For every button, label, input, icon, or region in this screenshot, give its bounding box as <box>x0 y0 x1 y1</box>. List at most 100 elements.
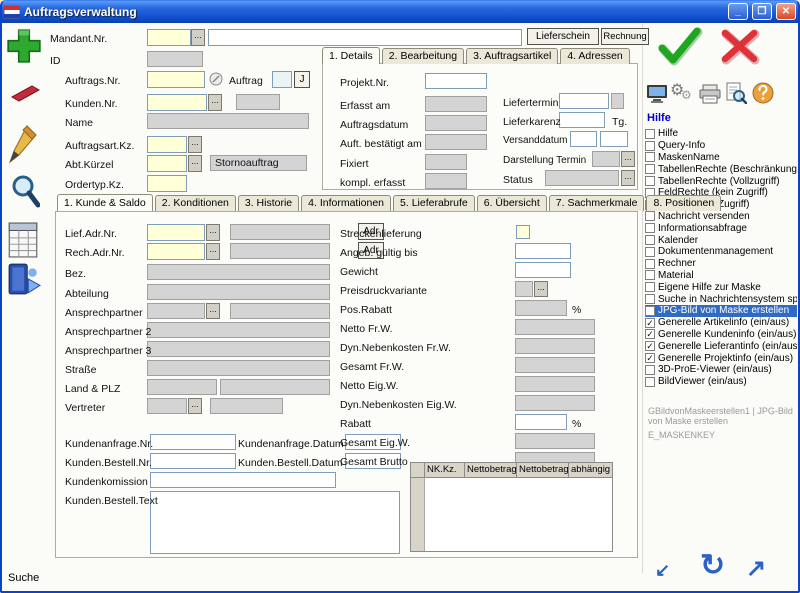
lief-adr-lookup-button[interactable]: ... <box>206 224 220 241</box>
streckenlieferung-checkbox[interactable] <box>516 225 530 239</box>
rechnung-button[interactable]: Rechnung <box>601 28 649 45</box>
help-item-hilfe[interactable]: Hilfe <box>645 128 797 140</box>
help-item-tabellenrechte-vollzugriff[interactable]: TabellenRechte (Vollzugriff) <box>645 175 797 187</box>
print-button[interactable] <box>698 84 722 109</box>
ordertyp-kz-input[interactable] <box>147 175 187 192</box>
checkbox-icon[interactable] <box>645 129 655 139</box>
tab-bearbeitung[interactable]: 2. Bearbeitung <box>382 48 464 64</box>
tab-historie[interactable]: 3. Historie <box>238 195 299 211</box>
checkbox-checked-icon[interactable]: ✓ <box>645 329 655 339</box>
checkbox-icon[interactable] <box>645 270 655 280</box>
minimize-button[interactable]: _ <box>728 3 748 20</box>
help-item-dokumentenmanagement[interactable]: Dokumentenmanagement <box>645 246 797 258</box>
tab-kunde-saldo[interactable]: 1. Kunde & Saldo <box>57 194 153 211</box>
kunden-bestell-text-textarea[interactable] <box>150 491 400 554</box>
liefertermin-input[interactable] <box>559 93 609 109</box>
tab-sachmerkmale[interactable]: 7. Sachmerkmale <box>549 195 645 211</box>
help-item-generelle-projektinfo[interactable]: ✓Generelle Projektinfo (ein/aus) <box>645 352 797 364</box>
checkbox-icon[interactable] <box>645 141 655 151</box>
add-record-button[interactable] <box>6 28 42 69</box>
rech-adr-lookup-button[interactable]: ... <box>206 243 220 260</box>
help-item-nachricht-versenden[interactable]: Nachricht versenden <box>645 211 797 223</box>
tab-informationen[interactable]: 4. Informationen <box>301 195 391 211</box>
ansprechpartner-lookup-button[interactable]: ... <box>206 303 220 319</box>
mandant-input[interactable] <box>147 29 191 46</box>
search-record-button[interactable] <box>10 174 40 215</box>
info-icon[interactable] <box>209 72 223 86</box>
tab-details[interactable]: 1. Details <box>322 47 380 64</box>
projekt-nr-input[interactable] <box>425 73 487 89</box>
checkbox-icon[interactable] <box>645 164 655 174</box>
preisdruckvariante-button[interactable]: ... <box>534 281 548 297</box>
refresh-arrow-button[interactable]: ↻ <box>700 548 725 583</box>
edit-record-button[interactable] <box>8 124 38 169</box>
angeb-gueltig-bis-input[interactable] <box>515 243 571 259</box>
versanddatum-input-2[interactable] <box>600 131 628 147</box>
checkbox-icon[interactable] <box>645 223 655 233</box>
kundenkomission-input[interactable] <box>150 472 336 488</box>
checkbox-icon[interactable] <box>645 235 655 245</box>
help-item-3d-proe-viewer[interactable]: 3D-ProE-Viewer (ein/aus) <box>645 364 797 376</box>
help-item-jpg-bild[interactable]: JPG-Bild von Maske erstellen <box>645 305 797 317</box>
status-dropdown-button[interactable]: ... <box>621 170 635 186</box>
tab-uebersicht[interactable]: 6. Übersicht <box>477 195 547 211</box>
help-item-bildviewer[interactable]: BildViewer (ein/aus) <box>645 376 797 388</box>
kunden-bestell-nr-input[interactable] <box>150 453 236 469</box>
help-item-rechner[interactable]: Rechner <box>645 258 797 270</box>
lieferschein-button[interactable]: Lieferschein <box>527 28 599 45</box>
help-item-suche-nachrichtensystem[interactable]: Suche in Nachrichtensystem speich <box>645 293 797 305</box>
kunden-nr-lookup-button[interactable]: ... <box>208 94 222 111</box>
auftragsart-lookup-button[interactable]: ... <box>188 136 202 153</box>
help-item-generelle-lieferantinfo[interactable]: ✓Generelle Lieferantinfo (ein/aus) <box>645 340 797 352</box>
help-item-query-info[interactable]: Query-Info <box>645 140 797 152</box>
checkbox-icon[interactable] <box>645 247 655 257</box>
tab-lieferabrufe[interactable]: 5. Lieferabrufe <box>393 195 475 211</box>
help-item-kalender[interactable]: Kalender <box>645 234 797 246</box>
help-item-generelle-kundeninfo[interactable]: ✓Generelle Kundeninfo (ein/aus) <box>645 329 797 341</box>
checkbox-icon[interactable] <box>645 294 655 304</box>
abt-kuerzel-lookup-button[interactable]: ... <box>188 155 202 172</box>
rech-adr-nr-input[interactable] <box>147 243 205 260</box>
arrow-southwest-button[interactable]: ↙ <box>655 560 670 581</box>
help-item-generelle-artikelinfo[interactable]: ✓Generelle Artikelinfo (ein/aus) <box>645 317 797 329</box>
tab-positionen[interactable]: 8. Positionen <box>646 195 721 211</box>
kundenanfrage-nr-input[interactable] <box>150 434 236 450</box>
kunden-nr-input[interactable] <box>147 94 207 111</box>
auftrags-nr-input[interactable] <box>147 71 205 88</box>
delete-record-button[interactable] <box>7 84 41 107</box>
auftrag-j-button[interactable]: J <box>294 71 310 88</box>
checkbox-checked-icon[interactable]: ✓ <box>645 353 655 363</box>
help-item-eigene-hilfe[interactable]: Eigene Hilfe zur Maske <box>645 281 797 293</box>
tab-adressen[interactable]: 4. Adressen <box>560 48 629 64</box>
tab-konditionen[interactable]: 2. Konditionen <box>155 195 236 211</box>
help-item-material[interactable]: Material <box>645 270 797 282</box>
auftrag-flag-input[interactable] <box>272 71 292 88</box>
ok-button[interactable] <box>656 26 704 73</box>
abt-kuerzel-input[interactable] <box>147 155 187 172</box>
checkbox-icon[interactable] <box>645 259 655 269</box>
checkbox-icon[interactable] <box>645 377 655 387</box>
settings-button[interactable]: ⚙ ⚙ <box>670 80 696 104</box>
rabatt-input[interactable] <box>515 414 567 430</box>
grid-view-button[interactable] <box>8 222 38 263</box>
help-item-tabellenrechte-beschraenkung[interactable]: TabellenRechte (Beschränkung) <box>645 163 797 175</box>
versanddatum-input-1[interactable] <box>570 131 597 147</box>
checkbox-icon[interactable] <box>645 365 655 375</box>
tab-auftragsartikel[interactable]: 3. Auftragsartikel <box>466 48 558 64</box>
checkbox-icon[interactable] <box>645 282 655 292</box>
checkbox-checked-icon[interactable]: ✓ <box>645 318 655 328</box>
checkbox-icon[interactable] <box>645 211 655 221</box>
maximize-button[interactable]: ❐ <box>752 3 772 20</box>
checkbox-icon[interactable] <box>645 306 655 316</box>
vertreter-lookup-button[interactable]: ... <box>188 398 202 414</box>
gewicht-input[interactable] <box>515 262 571 278</box>
mandant-lookup-button[interactable]: ... <box>191 29 205 46</box>
darstellung-termin-button[interactable]: ... <box>621 151 635 167</box>
cancel-button[interactable] <box>718 28 762 71</box>
preview-search-button[interactable] <box>725 82 747 109</box>
nebenkosten-table[interactable]: NK.Kz. Nettobetrag Nettobetrag abhängig … <box>410 462 613 552</box>
checkbox-icon[interactable] <box>645 176 655 186</box>
close-button[interactable]: ✕ <box>776 3 796 20</box>
mandant-name-input[interactable] <box>208 29 522 46</box>
lieferkarenz-input[interactable] <box>559 112 605 128</box>
